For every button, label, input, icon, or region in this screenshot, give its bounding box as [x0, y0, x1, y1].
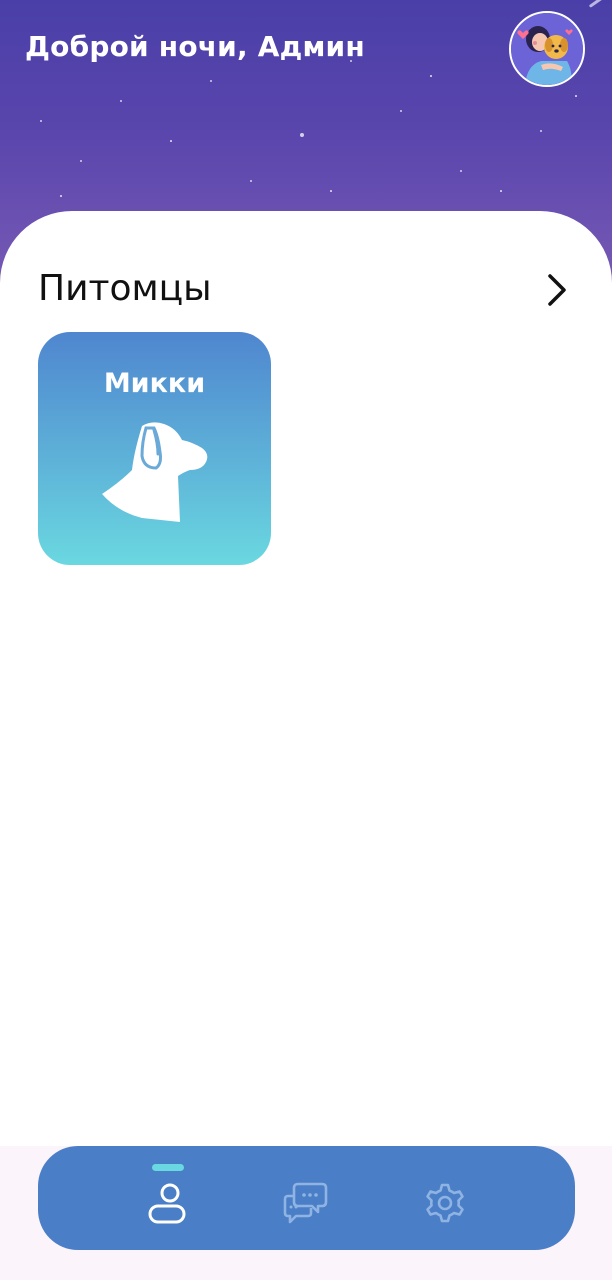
nav-settings-tab[interactable] [405, 1146, 485, 1250]
greeting-title: Доброй ночи, Админ [25, 30, 365, 63]
user-avatar[interactable] [509, 11, 585, 87]
pets-section-title: Питомцы [38, 268, 212, 309]
avatar-illustration-icon [511, 13, 583, 85]
dog-head-icon [98, 418, 214, 526]
pet-card[interactable]: Микки [38, 332, 271, 565]
chevron-right-icon[interactable] [540, 270, 574, 310]
chat-icon [283, 1182, 328, 1224]
settings-icon [426, 1183, 464, 1223]
bottom-nav-bar [38, 1146, 575, 1250]
home-screen: Доброй ночи, Админ Питомцы Микки [0, 0, 612, 1280]
nav-chat-tab[interactable] [266, 1146, 346, 1250]
pet-name: Микки [103, 368, 206, 399]
nav-profile-tab[interactable] [128, 1146, 208, 1250]
profile-icon [148, 1183, 186, 1224]
